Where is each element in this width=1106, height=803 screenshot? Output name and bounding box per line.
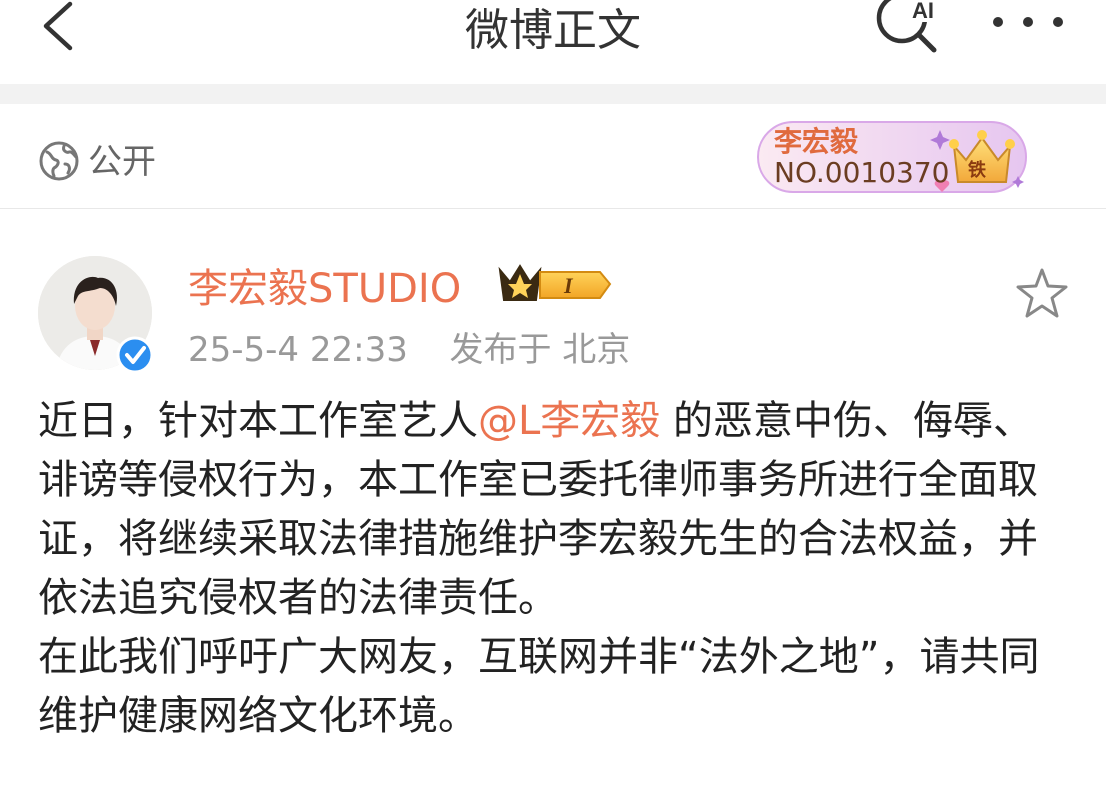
post-text-part1: 近日，针对本工作室艺人 — [38, 398, 478, 444]
visibility-label: 公开 — [88, 142, 156, 182]
more-icon[interactable] — [988, 6, 1068, 36]
ai-search-icon[interactable]: AI — [872, 0, 944, 58]
fan-badge[interactable]: 铁 李宏毅 NO.0010370 — [756, 116, 1028, 196]
post-meta: 25-5-4 22:33 发布于 北京 — [188, 322, 630, 371]
crown-icon[interactable]: I — [496, 262, 612, 304]
post-content: 近日，针对本工作室艺人@L李宏毅 的恶意中伤、侮辱、诽谤等侵权行为，本工作室已委… — [38, 392, 1072, 746]
mention-link[interactable]: @L李宏毅 — [478, 398, 660, 444]
fan-badge-level: 铁 — [968, 159, 986, 181]
fan-badge-number: NO.0010370 — [774, 156, 950, 189]
author-name[interactable]: 李宏毅STUDIO — [188, 256, 461, 314]
visibility-row: 公开 铁 李宏毅 NO.0010370 — [0, 104, 1106, 209]
post-author-header: 李宏毅STUDIO I 25-5-4 22:33 发布于 北京 — [0, 208, 1106, 378]
crown-level: I — [563, 273, 574, 298]
location-prefix: 发布于 — [449, 330, 552, 370]
post-timestamp: 25-5-4 22:33 — [188, 330, 408, 370]
section-separator — [0, 84, 1106, 104]
verified-icon — [116, 336, 154, 374]
star-icon[interactable] — [1014, 266, 1070, 320]
post-location: 北京 — [562, 330, 631, 370]
fan-badge-name: 李宏毅 — [774, 125, 859, 158]
post-text-part3: 在此我们呼吁广大网友，互联网并非“法外之地”，请共同维护健康网络文化环境。 — [38, 634, 1040, 739]
globe-icon — [39, 141, 79, 181]
top-nav-bar: 微博正文 AI — [0, 0, 1106, 84]
ai-badge-text: AI — [912, 0, 934, 23]
